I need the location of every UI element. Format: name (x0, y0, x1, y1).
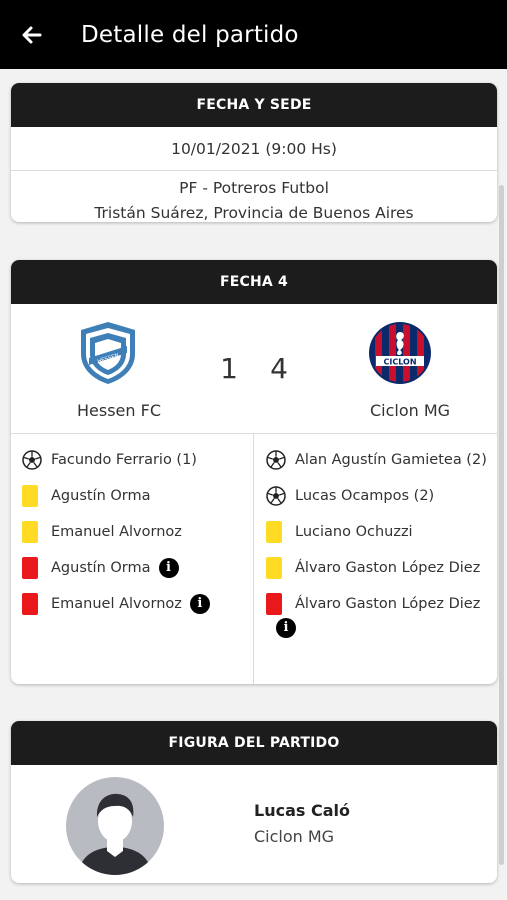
player-team: Ciclon MG (254, 827, 335, 846)
away-team-name[interactable]: Ciclon MG (335, 401, 485, 420)
venue-name: PF - Potreros Futbol (179, 179, 329, 197)
soccer-ball-icon (266, 484, 286, 508)
app-bar: Detalle del partido (0, 0, 507, 69)
player-of-match-header: FIGURA DEL PARTIDO (11, 721, 497, 765)
scrollbar[interactable] (499, 185, 504, 865)
red-card-icon (22, 557, 38, 579)
event-red-card: Emanuel Alvornoz i (22, 592, 253, 616)
arrow-left-icon (22, 26, 42, 43)
event-yellow-card: Emanuel Alvornoz (22, 520, 253, 544)
home-events: Facundo Ferrario (1) Agustín Orma Emanue… (11, 434, 254, 684)
svg-text:Luis Guillón: Luis Guillón (96, 324, 120, 329)
venue-address: Tristán Suárez, Provincia de Buenos Aire… (94, 204, 414, 222)
venue-info: PF - Potreros Futbol Tristán Suárez, Pro… (11, 171, 497, 222)
match-date: 10/01/2021 (9:00 Hs) (11, 127, 497, 171)
yellow-card-icon (266, 557, 282, 579)
event-yellow-card: Agustín Orma (22, 484, 253, 508)
away-events: Alan Agustín Gamietea (2) Lucas Ocampos … (254, 434, 497, 684)
date-venue-header: FECHA Y SEDE (11, 83, 497, 127)
person-avatar-icon (78, 793, 152, 875)
event-yellow-card: Álvaro Gaston López Diez (266, 556, 497, 580)
yellow-card-icon (22, 521, 38, 543)
event-yellow-card: Luciano Ochuzzi (266, 520, 497, 544)
info-icon[interactable]: i (189, 594, 210, 614)
scoreboard: HESSEN Luis Guillón Hessen FC 1 4 CICLON… (11, 304, 497, 434)
away-score: 4 (270, 352, 288, 385)
red-card-icon (266, 593, 282, 615)
page-title: Detalle del partido (81, 21, 299, 48)
hessen-shield-icon[interactable]: HESSEN Luis Guillón (75, 320, 141, 386)
yellow-card-icon (266, 521, 282, 543)
event-goal: Facundo Ferrario (1) (22, 448, 253, 472)
info-icon[interactable]: i (158, 558, 179, 578)
matchday-header: FECHA 4 (11, 260, 497, 304)
ciclon-logo-icon[interactable]: CICLON (367, 320, 433, 386)
date-venue-card: FECHA Y SEDE 10/01/2021 (9:00 Hs) PF - P… (11, 83, 497, 222)
avatar[interactable] (66, 777, 164, 875)
home-score: 1 (220, 352, 238, 385)
event-goal: Alan Agustín Gamietea (2) (266, 448, 497, 472)
red-card-icon (22, 593, 38, 615)
back-button[interactable] (0, 0, 64, 69)
yellow-card-icon (22, 485, 38, 507)
home-team-name[interactable]: Hessen FC (44, 401, 194, 420)
player-name[interactable]: Lucas Caló (254, 801, 350, 820)
event-red-card: Álvaro Gaston López Diez i (266, 592, 497, 640)
event-red-card: Agustín Orma i (22, 556, 253, 580)
event-goal: Lucas Ocampos (2) (266, 484, 497, 508)
player-of-match-card: FIGURA DEL PARTIDO Lucas Caló Ciclon MG (11, 721, 497, 883)
match-events: Facundo Ferrario (1) Agustín Orma Emanue… (11, 434, 497, 684)
soccer-ball-icon (22, 448, 42, 472)
svg-text:CICLON: CICLON (383, 358, 416, 367)
match-card: FECHA 4 HESSEN Luis Guillón Hessen FC 1 … (11, 260, 497, 684)
info-icon[interactable]: i (276, 618, 296, 638)
